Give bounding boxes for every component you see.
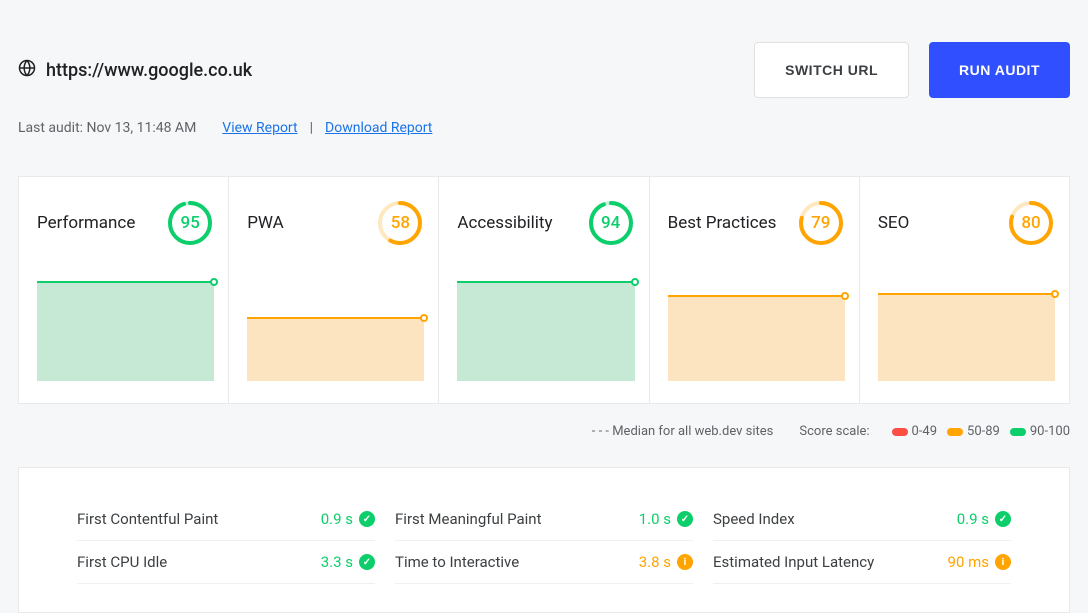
metric-label: First Contentful Paint bbox=[77, 510, 218, 528]
check-icon: ✓ bbox=[677, 511, 693, 527]
card-title: Accessibility bbox=[457, 213, 552, 233]
metric-row: First Meaningful Paint 1.0 s ✓ bbox=[395, 498, 693, 541]
metric-label: Time to Interactive bbox=[395, 553, 519, 571]
category-card[interactable]: PWA 58 bbox=[229, 177, 439, 403]
score-bar-chart bbox=[247, 281, 424, 381]
metric-label: Estimated Input Latency bbox=[713, 553, 874, 571]
metric-value: 3.3 s bbox=[321, 553, 353, 571]
metric-value: 1.0 s bbox=[639, 510, 671, 528]
metrics-panel: First Contentful Paint 0.9 s ✓ First Mea… bbox=[18, 467, 1070, 613]
download-report-link[interactable]: Download Report bbox=[325, 120, 432, 136]
metric-value: 3.8 s bbox=[639, 553, 671, 571]
card-title: SEO bbox=[878, 213, 909, 233]
scale-pill-icon bbox=[1010, 428, 1026, 436]
score-value: 58 bbox=[376, 199, 424, 247]
globe-icon bbox=[18, 59, 36, 81]
score-gauge: 95 bbox=[166, 199, 214, 247]
category-card[interactable]: Best Practices 79 bbox=[650, 177, 860, 403]
scale-pill-icon bbox=[892, 428, 908, 436]
metric-row: First CPU Idle 3.3 s ✓ bbox=[77, 541, 375, 584]
view-report-link[interactable]: View Report bbox=[222, 120, 297, 136]
link-separator: | bbox=[310, 120, 313, 136]
scale-range-label: 0-49 bbox=[912, 424, 938, 439]
score-value: 94 bbox=[587, 199, 635, 247]
score-bar-chart bbox=[457, 281, 634, 381]
metric-label: Speed Index bbox=[713, 510, 795, 528]
sub-bar: Last audit: Nov 13, 11:48 AM View Report… bbox=[18, 120, 1070, 136]
score-value: 79 bbox=[797, 199, 845, 247]
scale-range-label: 90-100 bbox=[1030, 424, 1070, 439]
scale-range: 50-89 bbox=[947, 424, 1000, 439]
category-card[interactable]: SEO 80 bbox=[860, 177, 1069, 403]
info-icon: i bbox=[677, 554, 693, 570]
metric-label: First CPU Idle bbox=[77, 553, 167, 571]
category-card[interactable]: Accessibility 94 bbox=[439, 177, 649, 403]
metric-value: 0.9 s bbox=[957, 510, 989, 528]
card-title: Performance bbox=[37, 213, 135, 233]
audited-url: https://www.google.co.uk bbox=[46, 60, 252, 81]
score-bar-chart bbox=[878, 281, 1055, 381]
score-value: 80 bbox=[1007, 199, 1055, 247]
median-legend: - - - Median for all web.dev sites bbox=[592, 424, 774, 439]
run-audit-button[interactable]: RUN AUDIT bbox=[929, 42, 1070, 98]
metric-row: Estimated Input Latency 90 ms i bbox=[713, 541, 1011, 584]
score-scale-label: Score scale: bbox=[799, 424, 869, 439]
score-scale: Score scale: 0-49 50-89 90-100 bbox=[799, 424, 1070, 439]
switch-url-button[interactable]: SWITCH URL bbox=[754, 42, 909, 98]
metric-row: Time to Interactive 3.8 s i bbox=[395, 541, 693, 584]
last-audit-text: Last audit: Nov 13, 11:48 AM bbox=[18, 120, 196, 136]
category-card[interactable]: Performance 95 bbox=[19, 177, 229, 403]
check-icon: ✓ bbox=[359, 511, 375, 527]
scale-pill-icon bbox=[947, 428, 963, 436]
score-bar-chart bbox=[668, 281, 845, 381]
card-title: Best Practices bbox=[668, 213, 777, 233]
top-bar: https://www.google.co.uk SWITCH URL RUN … bbox=[18, 18, 1070, 98]
info-icon: i bbox=[995, 554, 1011, 570]
check-icon: ✓ bbox=[995, 511, 1011, 527]
metric-label: First Meaningful Paint bbox=[395, 510, 541, 528]
scale-range: 0-49 bbox=[892, 424, 938, 439]
metric-value: 90 ms bbox=[948, 553, 989, 571]
check-icon: ✓ bbox=[359, 554, 375, 570]
score-bar-chart bbox=[37, 281, 214, 381]
metric-value: 0.9 s bbox=[321, 510, 353, 528]
scale-range: 90-100 bbox=[1010, 424, 1070, 439]
card-title: PWA bbox=[247, 213, 284, 233]
score-gauge: 80 bbox=[1007, 199, 1055, 247]
score-gauge: 58 bbox=[376, 199, 424, 247]
category-cards: Performance 95 PWA 58 bbox=[18, 176, 1070, 404]
score-value: 95 bbox=[166, 199, 214, 247]
metric-row: First Contentful Paint 0.9 s ✓ bbox=[77, 498, 375, 541]
legend-row: - - - Median for all web.dev sites Score… bbox=[18, 424, 1070, 439]
scale-range-label: 50-89 bbox=[967, 424, 1000, 439]
metric-row: Speed Index 0.9 s ✓ bbox=[713, 498, 1011, 541]
score-gauge: 94 bbox=[587, 199, 635, 247]
score-gauge: 79 bbox=[797, 199, 845, 247]
url-display: https://www.google.co.uk bbox=[18, 59, 252, 81]
